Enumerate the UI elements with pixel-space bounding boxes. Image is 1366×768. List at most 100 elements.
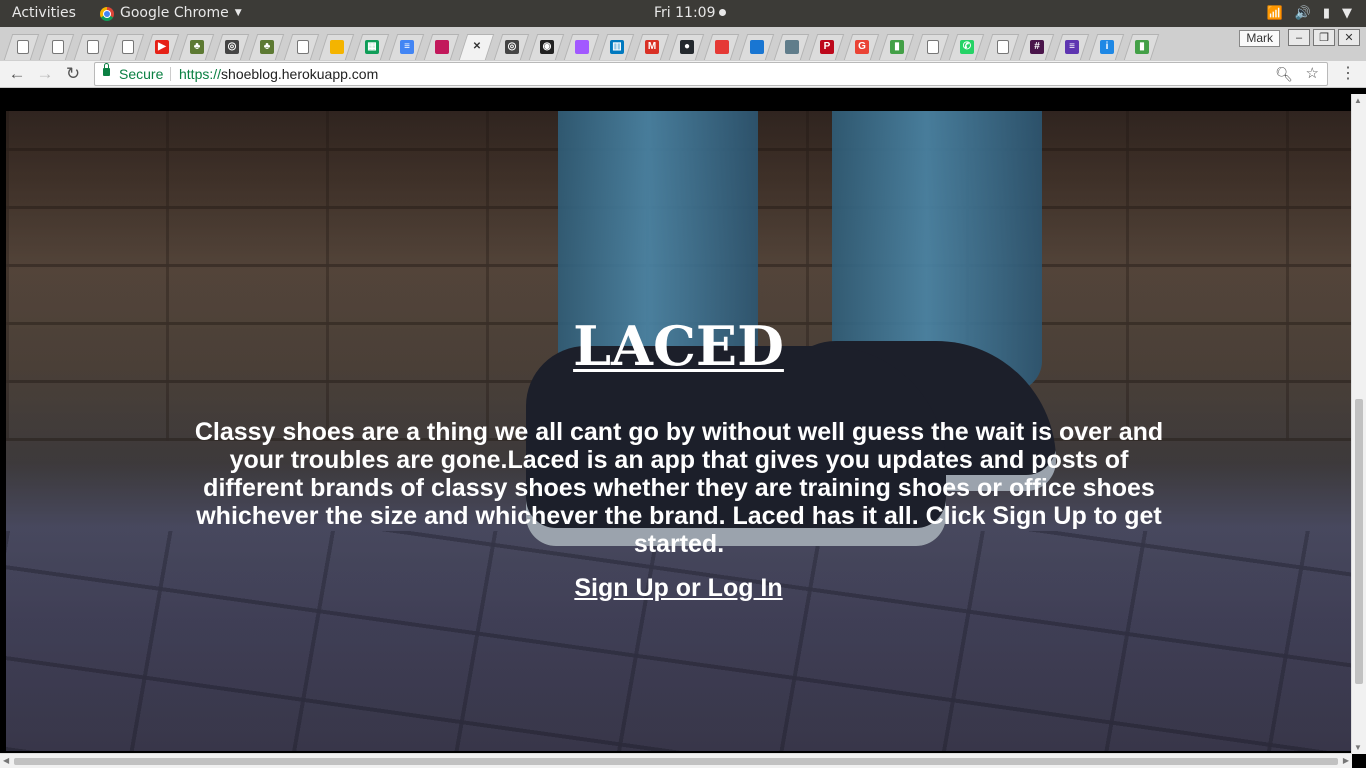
minimize-button[interactable]: –: [1288, 29, 1310, 46]
tree-icon: ♣: [260, 40, 274, 54]
battery-icon: ▮: [1322, 6, 1330, 21]
scroll-down-icon[interactable]: ▼: [1354, 743, 1362, 752]
google-drive-icon: [330, 40, 344, 54]
trello-icon: ▥: [610, 40, 624, 54]
forward-button[interactable]: →: [34, 63, 56, 85]
url-scheme: https://: [179, 66, 222, 82]
browser-tab[interactable]: [983, 34, 1020, 60]
clock[interactable]: Fri 11:09: [654, 0, 727, 27]
hero-content: LACED Classy shoes are a thing we all ca…: [6, 111, 1351, 751]
activities-button[interactable]: Activities: [12, 0, 76, 27]
app-menu[interactable]: Google Chrome ▼: [100, 0, 242, 27]
lock-icon[interactable]: [103, 63, 110, 76]
close-icon: ✕: [472, 41, 482, 52]
system-top-bar: Activities Google Chrome ▼ Fri 11:09 📶 🔊…: [0, 0, 1366, 27]
maximize-button[interactable]: ❐: [1313, 29, 1335, 46]
document-icon: [927, 40, 939, 54]
browser-tab[interactable]: ≡: [388, 34, 425, 60]
list-icon: ≡: [1065, 40, 1079, 54]
document-icon: [17, 40, 29, 54]
browser-tab[interactable]: [283, 34, 320, 60]
browser-tab[interactable]: [108, 34, 145, 60]
browser-tab[interactable]: P: [808, 34, 845, 60]
back-button[interactable]: ←: [6, 63, 28, 85]
browser-tab[interactable]: ▮: [1123, 34, 1160, 60]
pinterest-icon: P: [820, 40, 834, 54]
browser-tab[interactable]: ◉: [528, 34, 565, 60]
instagram-icon: ◎: [505, 40, 519, 54]
battery-green-icon: ▮: [890, 40, 904, 54]
status-area[interactable]: 📶 🔊 ▮ ▼: [1266, 0, 1352, 27]
browser-tab[interactable]: [73, 34, 110, 60]
horizontal-scrollbar-thumb[interactable]: [14, 758, 1338, 765]
browser-tab[interactable]: [913, 34, 950, 60]
document-icon: [122, 40, 134, 54]
camera-icon: ◉: [540, 40, 554, 54]
browser-tab[interactable]: ✕: [458, 34, 495, 60]
browser-tab[interactable]: ✆: [948, 34, 985, 60]
vertical-scrollbar[interactable]: ▲ ▼: [1351, 94, 1366, 754]
browser-tab[interactable]: ▮: [878, 34, 915, 60]
tree-icon: ♣: [190, 40, 204, 54]
notification-dot-icon: [719, 9, 727, 16]
info-icon: i: [1100, 40, 1114, 54]
battery-green-icon: ▮: [1135, 40, 1149, 54]
browser-tab[interactable]: G: [843, 34, 880, 60]
bookmark-star-icon[interactable]: ☆: [1306, 63, 1319, 85]
browser-tab[interactable]: M: [633, 34, 670, 60]
secure-label[interactable]: Secure: [119, 63, 163, 85]
browser-tab[interactable]: ♣: [248, 34, 285, 60]
browser-tab[interactable]: ▶: [143, 34, 180, 60]
instagram-icon: ◎: [225, 40, 239, 54]
tab-list: ▶ ♣ ◎ ♣ ▦ ≡ ✕ ◎ ◉ ▥ M ● P G ▮ ✆ # ≡ i ▮: [3, 30, 1163, 60]
browser-tab[interactable]: ≡: [1053, 34, 1090, 60]
browser-tab[interactable]: ●: [668, 34, 705, 60]
divider: [170, 67, 171, 81]
window-controls: – ❐ ✕: [1288, 29, 1360, 46]
browser-tab[interactable]: ◎: [493, 34, 530, 60]
profile-button[interactable]: Mark: [1239, 30, 1280, 47]
figma-icon: [575, 40, 589, 54]
browser-tab[interactable]: ▦: [353, 34, 390, 60]
browser-tab[interactable]: [703, 34, 740, 60]
close-window-button[interactable]: ✕: [1338, 29, 1360, 46]
browser-tab[interactable]: [318, 34, 355, 60]
address-bar[interactable]: Secure https://shoeblog.herokuapp.com 🔍︎…: [94, 62, 1328, 86]
app-menu-label: Google Chrome: [120, 5, 229, 21]
document-icon: [297, 40, 309, 54]
signup-login-link[interactable]: Sign Up or Log In: [6, 573, 1351, 603]
scroll-left-icon[interactable]: ◀: [3, 756, 9, 765]
browser-tab[interactable]: #: [1018, 34, 1055, 60]
browser-tab[interactable]: [38, 34, 75, 60]
browser-tab[interactable]: ♣: [178, 34, 215, 60]
whatsapp-icon: ✆: [960, 40, 974, 54]
tab-strip: ▶ ♣ ◎ ♣ ▦ ≡ ✕ ◎ ◉ ▥ M ● P G ▮ ✆ # ≡ i ▮ Mark – ❐ ✕: [0, 27, 1366, 62]
bird-icon: [750, 40, 764, 54]
browser-tab[interactable]: i: [1088, 34, 1125, 60]
hero-description: Classy shoes are a thing we all cant go …: [194, 418, 1164, 558]
google-sheets-icon: ▦: [365, 40, 379, 54]
slack-icon: #: [1030, 40, 1044, 54]
chrome-icon: [100, 6, 114, 21]
image-icon: [785, 40, 799, 54]
scroll-up-icon[interactable]: ▲: [1354, 96, 1362, 105]
youtube-icon: ▶: [155, 40, 169, 54]
chrome-menu-icon[interactable]: ⋮: [1340, 63, 1356, 85]
url-host: shoeblog.herokuapp.com: [221, 66, 379, 82]
document-icon: [87, 40, 99, 54]
browser-tab[interactable]: [738, 34, 775, 60]
browser-tab[interactable]: [423, 34, 460, 60]
scroll-right-icon[interactable]: ▶: [1343, 756, 1349, 765]
reload-button[interactable]: ↻: [62, 63, 84, 85]
horizontal-scrollbar[interactable]: ◀ ▶: [0, 753, 1352, 768]
vertical-scrollbar-thumb[interactable]: [1355, 399, 1363, 684]
browser-tab[interactable]: [563, 34, 600, 60]
browser-tab[interactable]: ▥: [598, 34, 635, 60]
url-text[interactable]: https://shoeblog.herokuapp.com: [179, 63, 378, 85]
hero-section: LACED Classy shoes are a thing we all ca…: [6, 111, 1351, 751]
browser-tab[interactable]: [3, 34, 40, 60]
chevron-down-icon: ▼: [234, 8, 242, 18]
browser-tab[interactable]: [773, 34, 810, 60]
zoom-icon[interactable]: 🔍︎: [1275, 63, 1293, 85]
browser-tab[interactable]: ◎: [213, 34, 250, 60]
